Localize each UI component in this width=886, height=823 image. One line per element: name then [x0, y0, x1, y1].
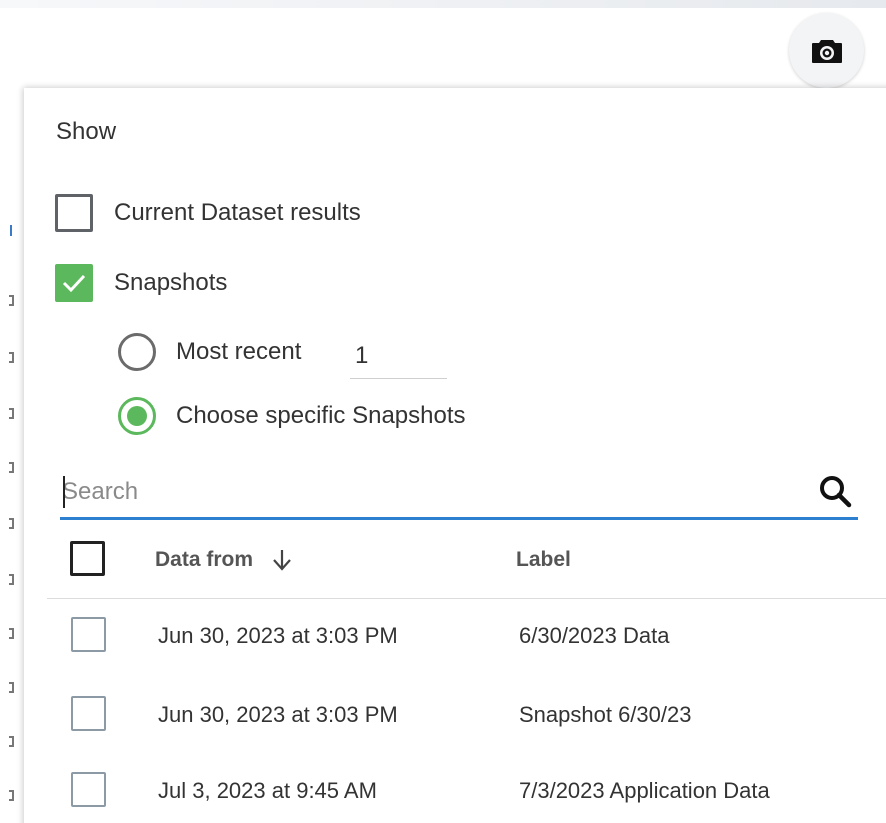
search-input[interactable]: [62, 474, 792, 510]
row-label: 6/30/2023 Data: [519, 623, 670, 648]
table-row[interactable]: Jul 3, 2023 at 9:45 AM 7/3/2023 Applicat…: [47, 764, 886, 823]
choose-specific-radio[interactable]: [118, 397, 156, 435]
radio-selected-dot: [127, 406, 147, 426]
most-recent-label: Most recent: [176, 338, 302, 365]
snapshot-search-field[interactable]: [60, 468, 858, 520]
background-mark: [9, 352, 14, 363]
arrow-down-icon[interactable]: [271, 548, 293, 572]
background-mark: [9, 462, 14, 473]
most-recent-radio[interactable]: [118, 333, 156, 371]
snapshots-label: Snapshots: [114, 269, 228, 296]
row-checkbox[interactable]: [71, 772, 106, 807]
select-all-checkbox[interactable]: [70, 541, 105, 576]
current-dataset-option[interactable]: Current Dataset results: [55, 194, 361, 232]
table-row[interactable]: Jun 30, 2023 at 3:03 PM Snapshot 6/30/23: [47, 688, 886, 748]
most-recent-count-input[interactable]: [350, 333, 447, 379]
row-label: Snapshot 6/30/23: [519, 702, 692, 727]
snapshots-option[interactable]: Snapshots: [55, 264, 227, 302]
row-checkbox[interactable]: [71, 617, 106, 652]
choose-specific-option[interactable]: Choose specific Snapshots: [118, 397, 466, 435]
background-mark: [9, 295, 14, 306]
row-label: 7/3/2023 Application Data: [519, 778, 770, 803]
snapshot-options-panel: Show Current Dataset results Snapshots M…: [24, 88, 886, 823]
choose-specific-label: Choose specific Snapshots: [176, 402, 466, 429]
current-dataset-label: Current Dataset results: [114, 199, 361, 226]
background-mark: [9, 682, 14, 693]
table-row[interactable]: Jun 30, 2023 at 3:03 PM 6/30/2023 Data: [47, 609, 886, 669]
row-data-from: Jun 30, 2023 at 3:03 PM: [158, 623, 398, 648]
background-mark: [9, 574, 14, 585]
background-mark: [9, 225, 12, 236]
top-strip: [0, 0, 886, 8]
background-mark: [9, 408, 14, 419]
text-cursor: [63, 476, 65, 508]
camera-icon: [811, 39, 842, 63]
checkmark-icon: [62, 274, 86, 293]
row-checkbox[interactable]: [71, 696, 106, 731]
snapshot-camera-button[interactable]: [789, 13, 864, 88]
row-data-from: Jul 3, 2023 at 9:45 AM: [158, 778, 377, 803]
search-icon[interactable]: [818, 474, 852, 508]
current-dataset-checkbox[interactable]: [55, 194, 93, 232]
show-heading: Show: [56, 118, 117, 145]
background-mark: [9, 790, 14, 801]
background-mark: [9, 628, 14, 639]
data-from-column-header[interactable]: Data from: [155, 548, 293, 572]
data-from-header-text: Data from: [155, 548, 254, 571]
snapshots-checkbox[interactable]: [55, 264, 93, 302]
most-recent-option[interactable]: Most recent: [118, 333, 301, 371]
label-column-header[interactable]: Label: [516, 548, 571, 572]
background-mark: [9, 518, 14, 529]
snapshot-table-header: Data from Label: [47, 534, 886, 599]
background-mark: [9, 736, 14, 747]
row-data-from: Jun 30, 2023 at 3:03 PM: [158, 702, 398, 727]
background-content-strip: [0, 90, 22, 823]
snapshot-picker-screen: Show Current Dataset results Snapshots M…: [0, 0, 886, 823]
